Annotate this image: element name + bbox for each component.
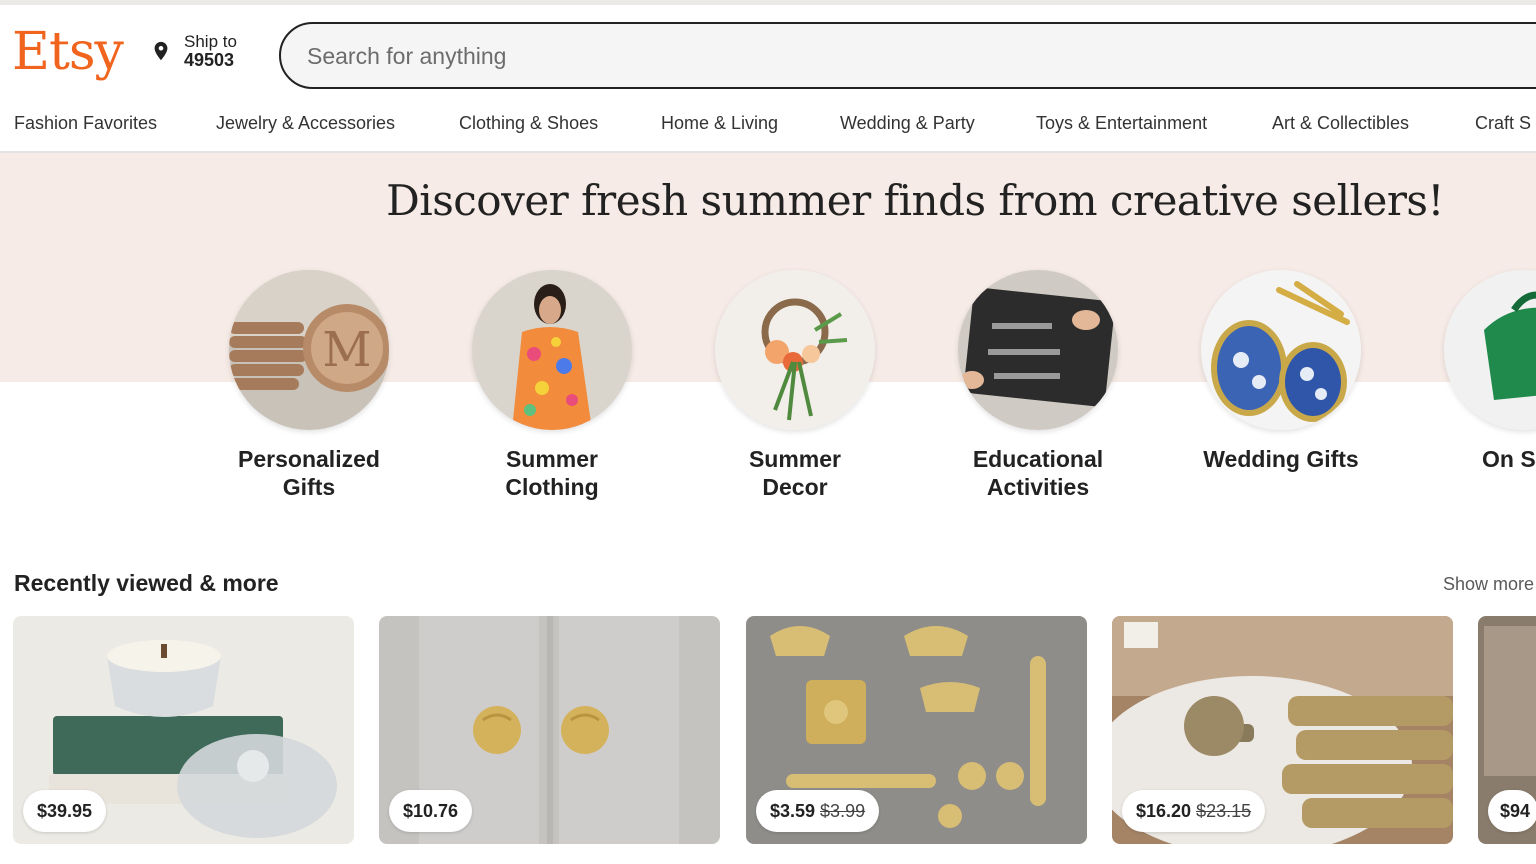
nav-item-jewelry-accessories[interactable]: Jewelry & Accessories: [216, 106, 395, 140]
search-input[interactable]: [307, 38, 1407, 74]
listing-card-brass-knobs[interactable]: $10.76: [379, 616, 720, 844]
category-summer-clothing[interactable]: Summer Clothing: [452, 270, 652, 501]
category-educational-activities[interactable]: Educational Activities: [938, 270, 1138, 501]
category-image: M: [229, 270, 389, 430]
category-label: Educational Activities: [972, 446, 1104, 500]
ship-to-zip: 49503: [184, 50, 235, 70]
category-image: [472, 270, 632, 430]
category-label: On S: [1482, 446, 1536, 472]
nav-item-wedding-party[interactable]: Wedding & Party: [840, 106, 975, 140]
price-badge: $16.20 $23.15: [1122, 790, 1266, 832]
nav-item-fashion-favorites[interactable]: Fashion Favorites: [14, 106, 157, 140]
svg-text:M: M: [322, 322, 371, 378]
category-personalized-gifts[interactable]: M Personalized Gifts: [209, 270, 409, 501]
nav-item-art-collectibles[interactable]: Art & Collectibles: [1272, 106, 1409, 140]
price-badge: $39.95: [23, 790, 107, 832]
recently-viewed-title: Recently viewed & more: [14, 570, 279, 596]
location-pin-icon: [154, 41, 168, 61]
listing-card-brass-hardware[interactable]: $3.59 $3.99: [746, 616, 1087, 844]
nav-item-toys-entertainment[interactable]: Toys & Entertainment: [1036, 106, 1207, 140]
price-badge: $10.76: [389, 790, 473, 832]
hero-title: Discover fresh summer finds from creativ…: [386, 176, 1444, 225]
top-border: [0, 0, 1536, 5]
show-more-link[interactable]: Show more: [1443, 574, 1534, 595]
category-image: [958, 270, 1118, 430]
category-wedding-gifts[interactable]: Wedding Gifts: [1181, 270, 1381, 473]
nav-item-clothing-shoes[interactable]: Clothing & Shoes: [459, 106, 598, 140]
nav-item-craft-supplies[interactable]: Craft S: [1475, 106, 1531, 140]
category-label: Summer Decor: [748, 446, 842, 500]
listing-card-candle[interactable]: $39.95: [13, 616, 354, 844]
category-image: [715, 270, 875, 430]
category-label: Summer Clothing: [505, 446, 599, 500]
category-on-sale[interactable]: On S: [1424, 270, 1536, 473]
ship-to-label: Ship to: [184, 32, 237, 51]
search-bar: [279, 22, 1536, 89]
ship-to-selector[interactable]: Ship to 49503: [150, 32, 237, 70]
category-label: Wedding Gifts: [1203, 446, 1359, 472]
listing-card-knurled-knob[interactable]: $16.20 $23.15: [1112, 616, 1453, 844]
price-badge: $3.59 $3.99: [756, 790, 880, 832]
category-summer-decor[interactable]: Summer Decor: [695, 270, 895, 501]
category-image: [1444, 270, 1536, 430]
category-label: Personalized Gifts: [238, 446, 380, 500]
category-image: [1201, 270, 1361, 430]
listing-card-partial[interactable]: $94: [1478, 616, 1536, 844]
nav-item-home-living[interactable]: Home & Living: [661, 106, 778, 140]
category-nav: Fashion Favorites Jewelry & Accessories …: [0, 106, 1536, 140]
etsy-logo[interactable]: Etsy: [12, 22, 124, 82]
price-badge: $94: [1488, 790, 1536, 832]
